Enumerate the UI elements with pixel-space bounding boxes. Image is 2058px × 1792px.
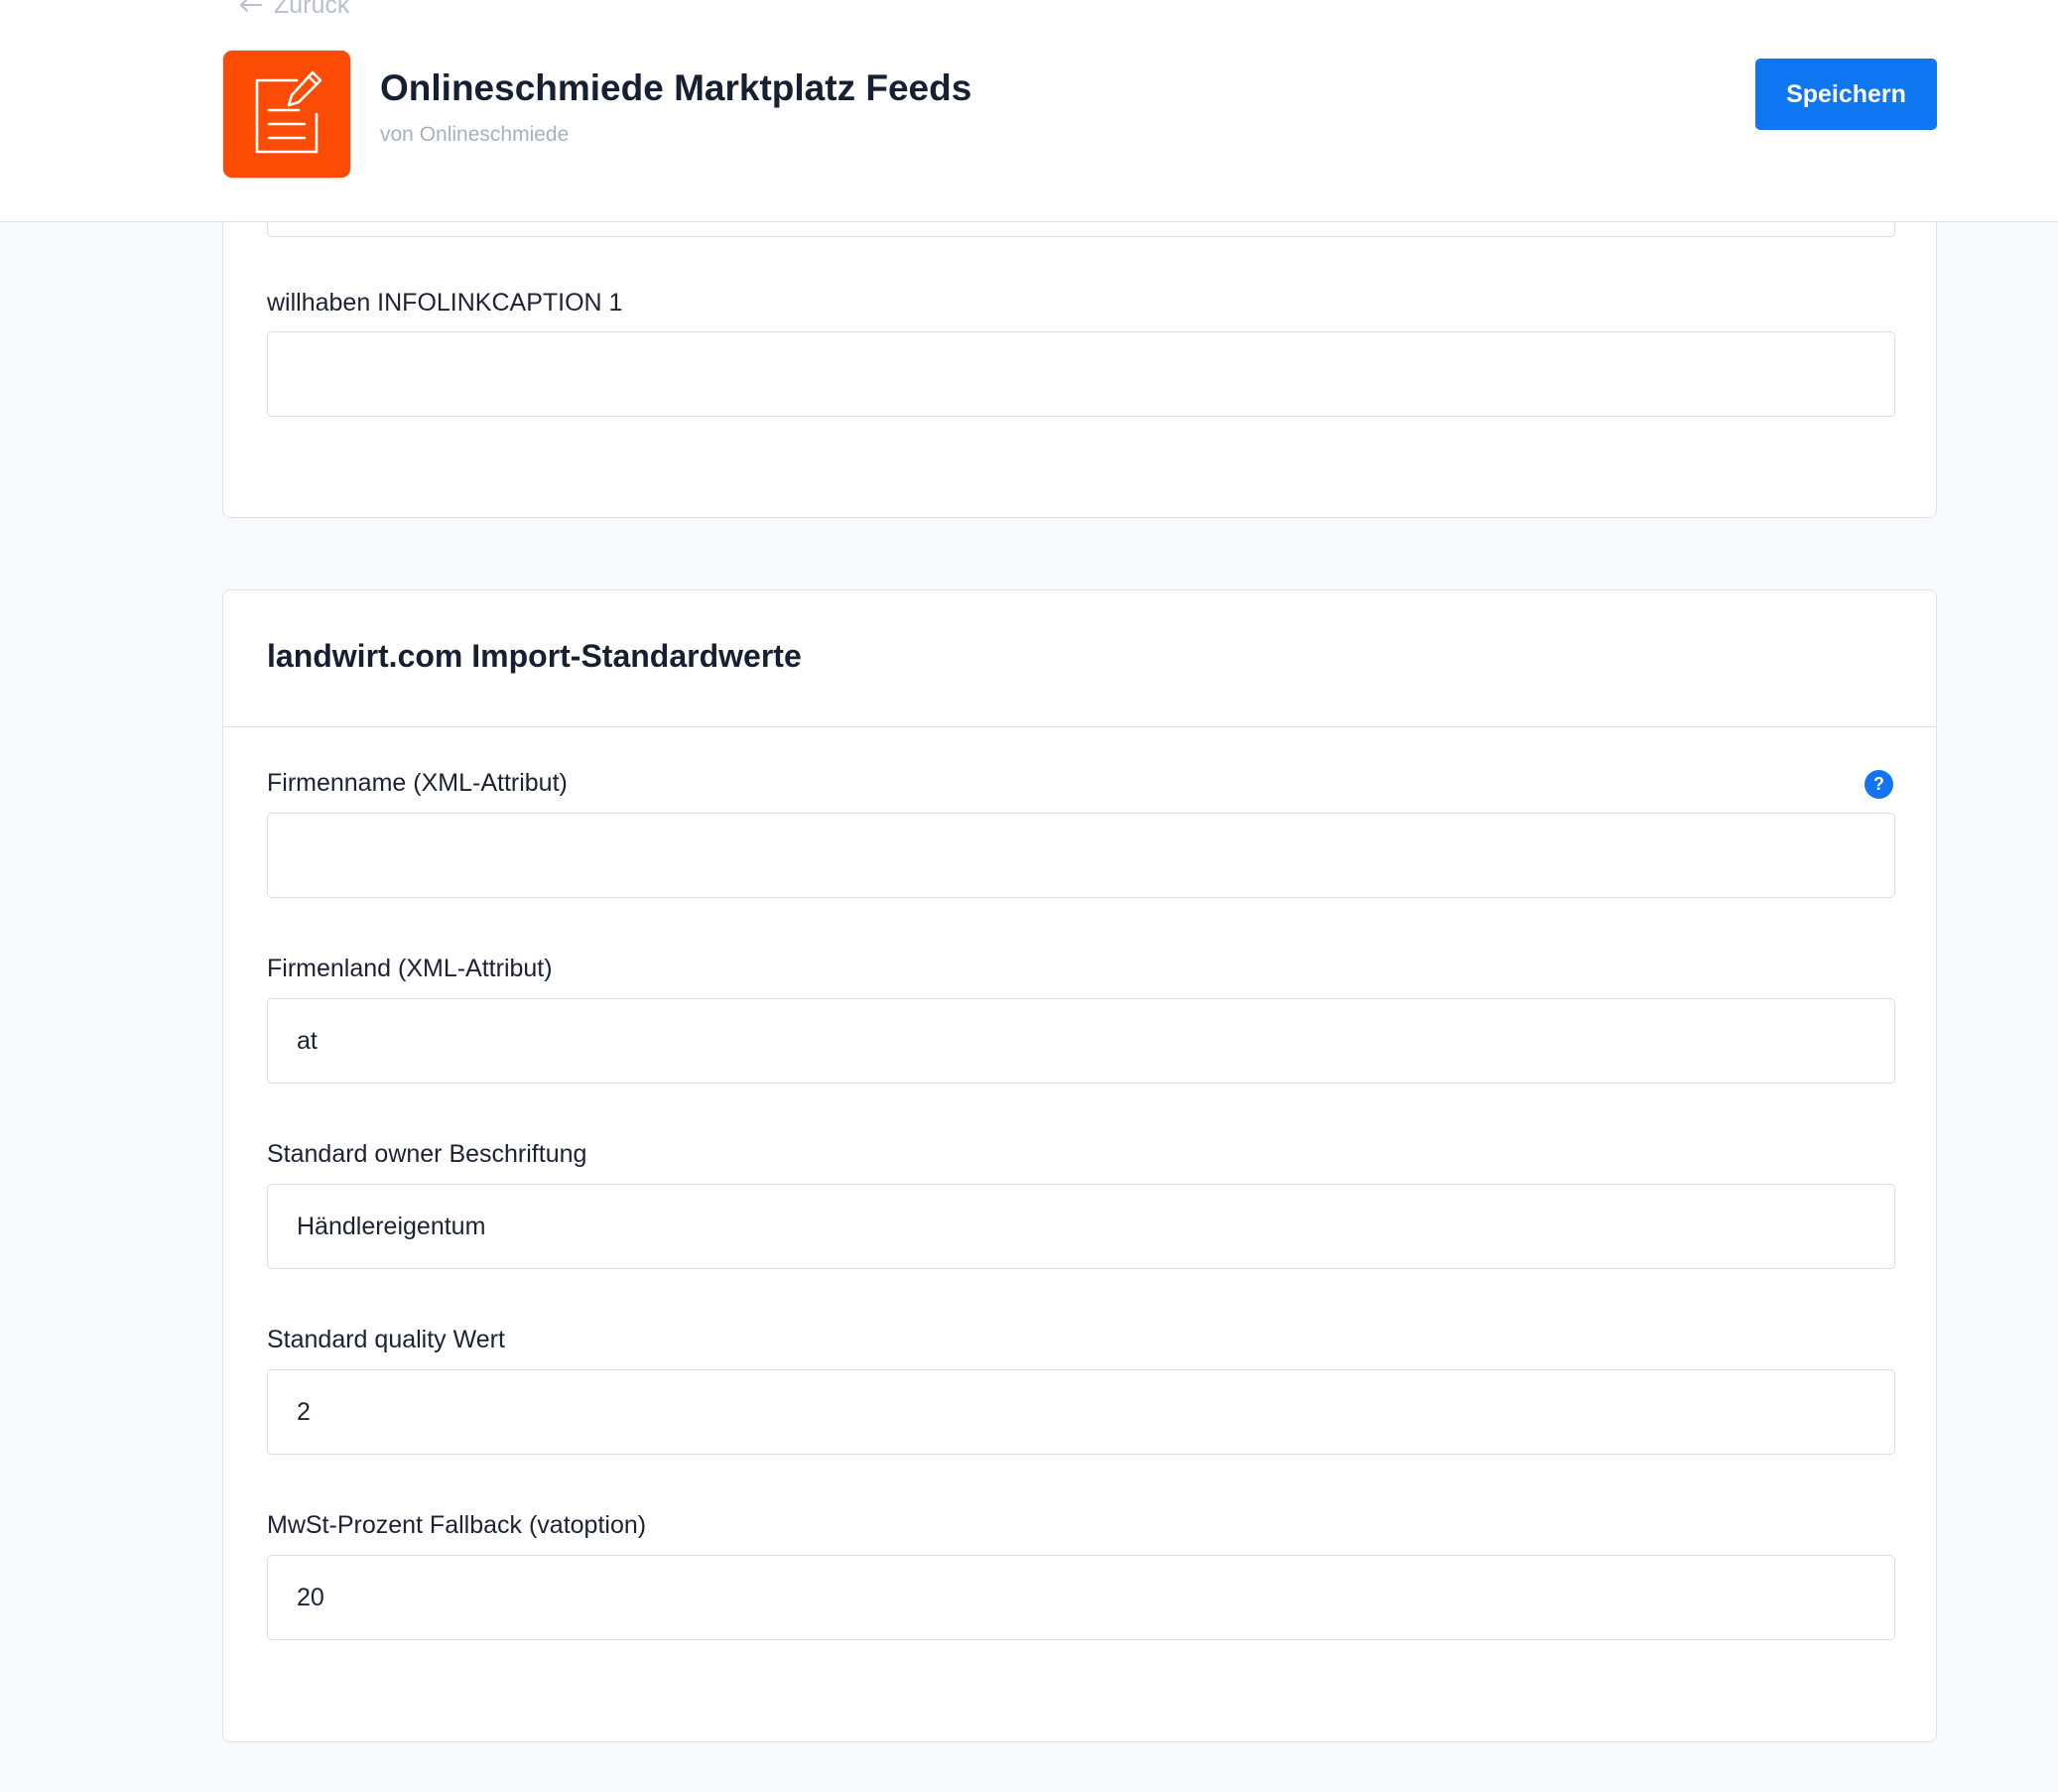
company-country-label: Firmenland (XML-Attribut) (267, 955, 553, 982)
section-divider (223, 726, 1936, 727)
landwirt-settings-card: landwirt.com Import-Standardwerte Firmen… (222, 589, 1937, 1742)
company-country-input[interactable] (267, 998, 1895, 1084)
arrow-left-icon (238, 0, 262, 13)
owner-caption-input[interactable] (267, 1184, 1895, 1269)
company-name-label: Firmenname (XML-Attribut) (267, 769, 568, 797)
save-button[interactable]: Speichern (1755, 59, 1937, 130)
infolinkcaption-input[interactable] (267, 331, 1895, 417)
quality-value-label: Standard quality Wert (267, 1326, 505, 1353)
app-vendor: von Onlineschmiede (380, 123, 570, 146)
back-link[interactable]: Zurück (238, 0, 349, 20)
section-title: landwirt.com Import-Standardwerte (267, 638, 802, 674)
app-logo (222, 50, 351, 179)
vat-fallback-label: MwSt-Prozent Fallback (vatoption) (267, 1511, 647, 1539)
back-label: Zurück (274, 0, 350, 19)
owner-caption-label: Standard owner Beschriftung (267, 1140, 587, 1168)
vat-fallback-input[interactable] (267, 1555, 1895, 1640)
company-name-input[interactable] (267, 813, 1895, 898)
infolinkcaption-label: willhaben INFOLINKCAPTION 1 (267, 289, 623, 317)
quality-value-input[interactable] (267, 1369, 1895, 1455)
app-title: Onlineschmiede Marktplatz Feeds (380, 67, 972, 108)
app-header: Zurück Onlineschmiede Marktplatz Feeds v… (0, 0, 2058, 222)
help-icon[interactable]: ? (1865, 770, 1893, 799)
